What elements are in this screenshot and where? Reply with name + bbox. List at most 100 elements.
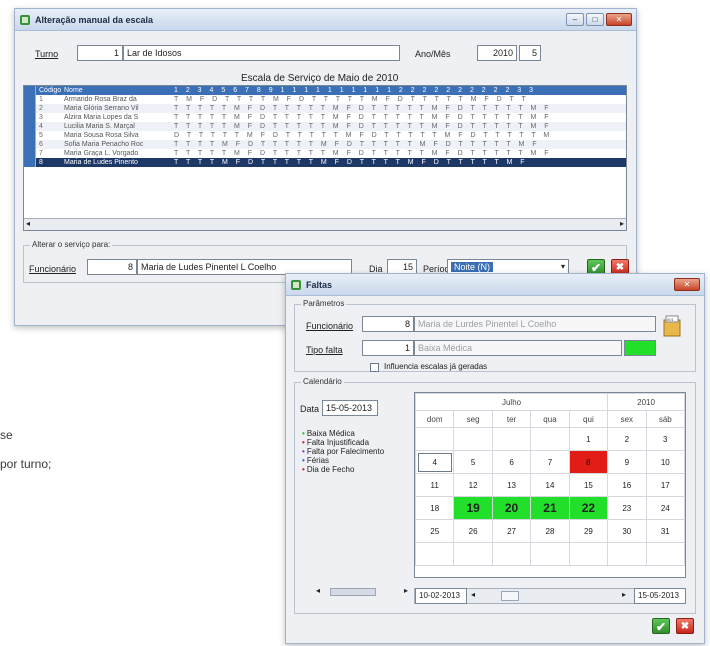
alterar-label: Alterar o serviço para:	[30, 240, 113, 249]
maximize-icon[interactable]: □	[586, 13, 604, 26]
legend-scrollbar[interactable]: ◂ ▸	[316, 586, 408, 598]
calendar-day[interactable]: 30	[607, 519, 647, 543]
faltas-funcionario-code[interactable]: 8	[362, 316, 414, 332]
table-row[interactable]: 8 Maria de Ludes Pinento T T T T M F D T T…	[24, 158, 626, 167]
scroll-right-icon[interactable]: ▸	[620, 219, 624, 228]
calendar-day[interactable]: 16	[607, 473, 647, 497]
range-left-icon[interactable]: ◂	[471, 590, 475, 599]
calendar-folder-icon[interactable]: 001	[662, 314, 682, 338]
turno-name-field[interactable]: Lar de Idosos	[123, 45, 400, 61]
calendar-day[interactable]: 26	[453, 519, 493, 543]
calendar[interactable]: Julho 2010 dom seg ter qua qui sex sáb 1234567…	[414, 392, 686, 578]
data-field[interactable]: 15-05-2013	[322, 400, 378, 416]
influencia-checkbox[interactable]	[370, 363, 379, 372]
table-row[interactable]: 3 Alzira Maria Lopes da S T T T T T M F D …	[24, 113, 626, 122]
calendar-day[interactable]: 29	[568, 519, 609, 543]
calendar-day[interactable]: 27	[491, 519, 532, 543]
row-selector[interactable]	[24, 95, 36, 104]
calendar-day[interactable]: 4	[414, 450, 455, 474]
row-selector[interactable]	[24, 122, 36, 131]
calendar-day[interactable]: 24	[645, 496, 686, 520]
range-end-field[interactable]: 15-05-2013	[634, 588, 686, 604]
row-selector[interactable]	[24, 149, 36, 158]
scroll-right-icon[interactable]: ▸	[404, 586, 408, 595]
escala-title: Alteração manual da escala	[35, 14, 154, 25]
row-code: 3	[39, 114, 43, 121]
row-name: Sofia Maria Penacho Roc	[64, 141, 144, 148]
range-start-field[interactable]: 10-02-2013	[415, 588, 467, 604]
row-name: Armando Rosa Braz da	[64, 96, 137, 103]
calendar-day[interactable]: 17	[645, 473, 686, 497]
scroll-left-icon[interactable]: ◂	[316, 586, 320, 595]
range-scrollbar[interactable]: 10-02-2013 ◂ ▸ 15-05-2013	[414, 588, 686, 604]
calendar-week: 18 19 20 21 22 23 24	[414, 496, 686, 520]
calendar-day	[414, 542, 455, 566]
close-icon[interactable]: ✕	[674, 278, 700, 291]
calendar-day[interactable]: 21	[530, 496, 570, 520]
chevron-down-icon[interactable]: ▾	[561, 260, 565, 274]
calendar-day[interactable]: 23	[607, 496, 647, 520]
background-text-2: por turno;	[0, 457, 52, 471]
legend-label: Dia de Fecho	[306, 465, 355, 474]
influencia-label: Influencia escalas já geradas	[384, 362, 488, 371]
grid-header: Código Nome 1 2 3 4 5 6 7 8 9 1 1 1 1 1 …	[24, 86, 626, 95]
weekday-row: dom seg ter qua qui sex sáb	[414, 410, 686, 428]
row-selector[interactable]	[24, 113, 36, 122]
table-row[interactable]: 6 Sofia Maria Penacho Roc T T T T M F D T …	[24, 140, 626, 149]
calendar-day[interactable]: 12	[453, 473, 493, 497]
row-selector[interactable]	[24, 131, 36, 140]
calendar-day[interactable]: 22	[568, 496, 609, 520]
calendar-day[interactable]: 28	[530, 519, 570, 543]
calendar-day[interactable]: 8	[568, 450, 609, 474]
faltas-cancel-button[interactable]: ✖	[676, 618, 694, 634]
turno-code-field[interactable]: 1	[77, 45, 123, 61]
svg-text:001: 001	[667, 317, 674, 322]
range-thumb[interactable]	[501, 591, 519, 601]
calendar-day[interactable]: 7	[530, 450, 570, 474]
escala-funcionario-code[interactable]: 8	[87, 259, 137, 275]
tipo-falta-code[interactable]: 1	[362, 340, 414, 356]
table-row[interactable]: 5 Maria Sousa Rosa Silva D T T T T T M F D…	[24, 131, 626, 140]
calendar-day	[568, 542, 609, 566]
table-row[interactable]: 7 Maria Graça L. Vorgado T T T T T M F D T…	[24, 149, 626, 158]
calendar-day[interactable]: 6	[491, 450, 532, 474]
schedule-grid[interactable]: Código Nome 1 2 3 4 5 6 7 8 9 1 1 1 1 1 …	[23, 85, 627, 231]
calendar-day[interactable]: 10	[645, 450, 686, 474]
calendar-day[interactable]: 20	[491, 496, 532, 520]
table-row[interactable]: 1 Armando Rosa Braz da T M F D T T T T M F…	[24, 95, 626, 104]
calendar-day[interactable]: 9	[607, 450, 647, 474]
calendar-day[interactable]: 14	[530, 473, 570, 497]
row-selector[interactable]	[24, 140, 36, 149]
scroll-thumb[interactable]	[330, 588, 376, 596]
faltas-ok-button[interactable]: ✔	[652, 618, 670, 634]
calendar-day[interactable]: 15	[568, 473, 609, 497]
calendar-day[interactable]: 31	[645, 519, 686, 543]
row-days: T T T T T M F D T T T T T M F D T T T T …	[174, 105, 552, 112]
calendar-day[interactable]: 18	[414, 496, 455, 520]
table-row[interactable]: 4 Lucilia Maria S. Marçal T T T T T M F D …	[24, 122, 626, 131]
row-selector[interactable]	[24, 158, 36, 167]
calendar-day[interactable]: 25	[414, 519, 455, 543]
calendar-week: 11 12 13 14 15 16 17	[414, 473, 686, 497]
calendar-day[interactable]: 2	[607, 427, 647, 451]
calendar-day[interactable]: 3	[645, 427, 686, 451]
row-selector[interactable]	[24, 104, 36, 113]
calendar-day	[491, 427, 532, 451]
calendar-day[interactable]: 19	[453, 496, 493, 520]
grid-hscroll[interactable]: ◂ ▸	[24, 218, 626, 230]
close-icon[interactable]: ✕	[606, 13, 632, 26]
ano-field[interactable]: 2010	[477, 45, 517, 61]
calendar-day[interactable]: 11	[414, 473, 455, 497]
mes-field[interactable]: 5	[519, 45, 541, 61]
escala-titlebar: Alteração manual da escala – □ ✕	[15, 9, 636, 31]
minimize-icon[interactable]: –	[566, 13, 584, 26]
table-row[interactable]: 2 Maria Glória Serrano Vil T T T T T M F D…	[24, 104, 626, 113]
tipo-falta-label: Tipo falta	[306, 345, 343, 355]
calendar-day[interactable]: 1	[568, 427, 609, 451]
range-right-icon[interactable]: ▸	[622, 590, 626, 599]
legend-item: • Dia de Fecho	[302, 465, 398, 474]
calendar-day[interactable]: 5	[453, 450, 493, 474]
legend-item: • Baixa Médica	[302, 429, 398, 438]
scroll-left-icon[interactable]: ◂	[26, 219, 30, 228]
calendar-day[interactable]: 13	[491, 473, 532, 497]
